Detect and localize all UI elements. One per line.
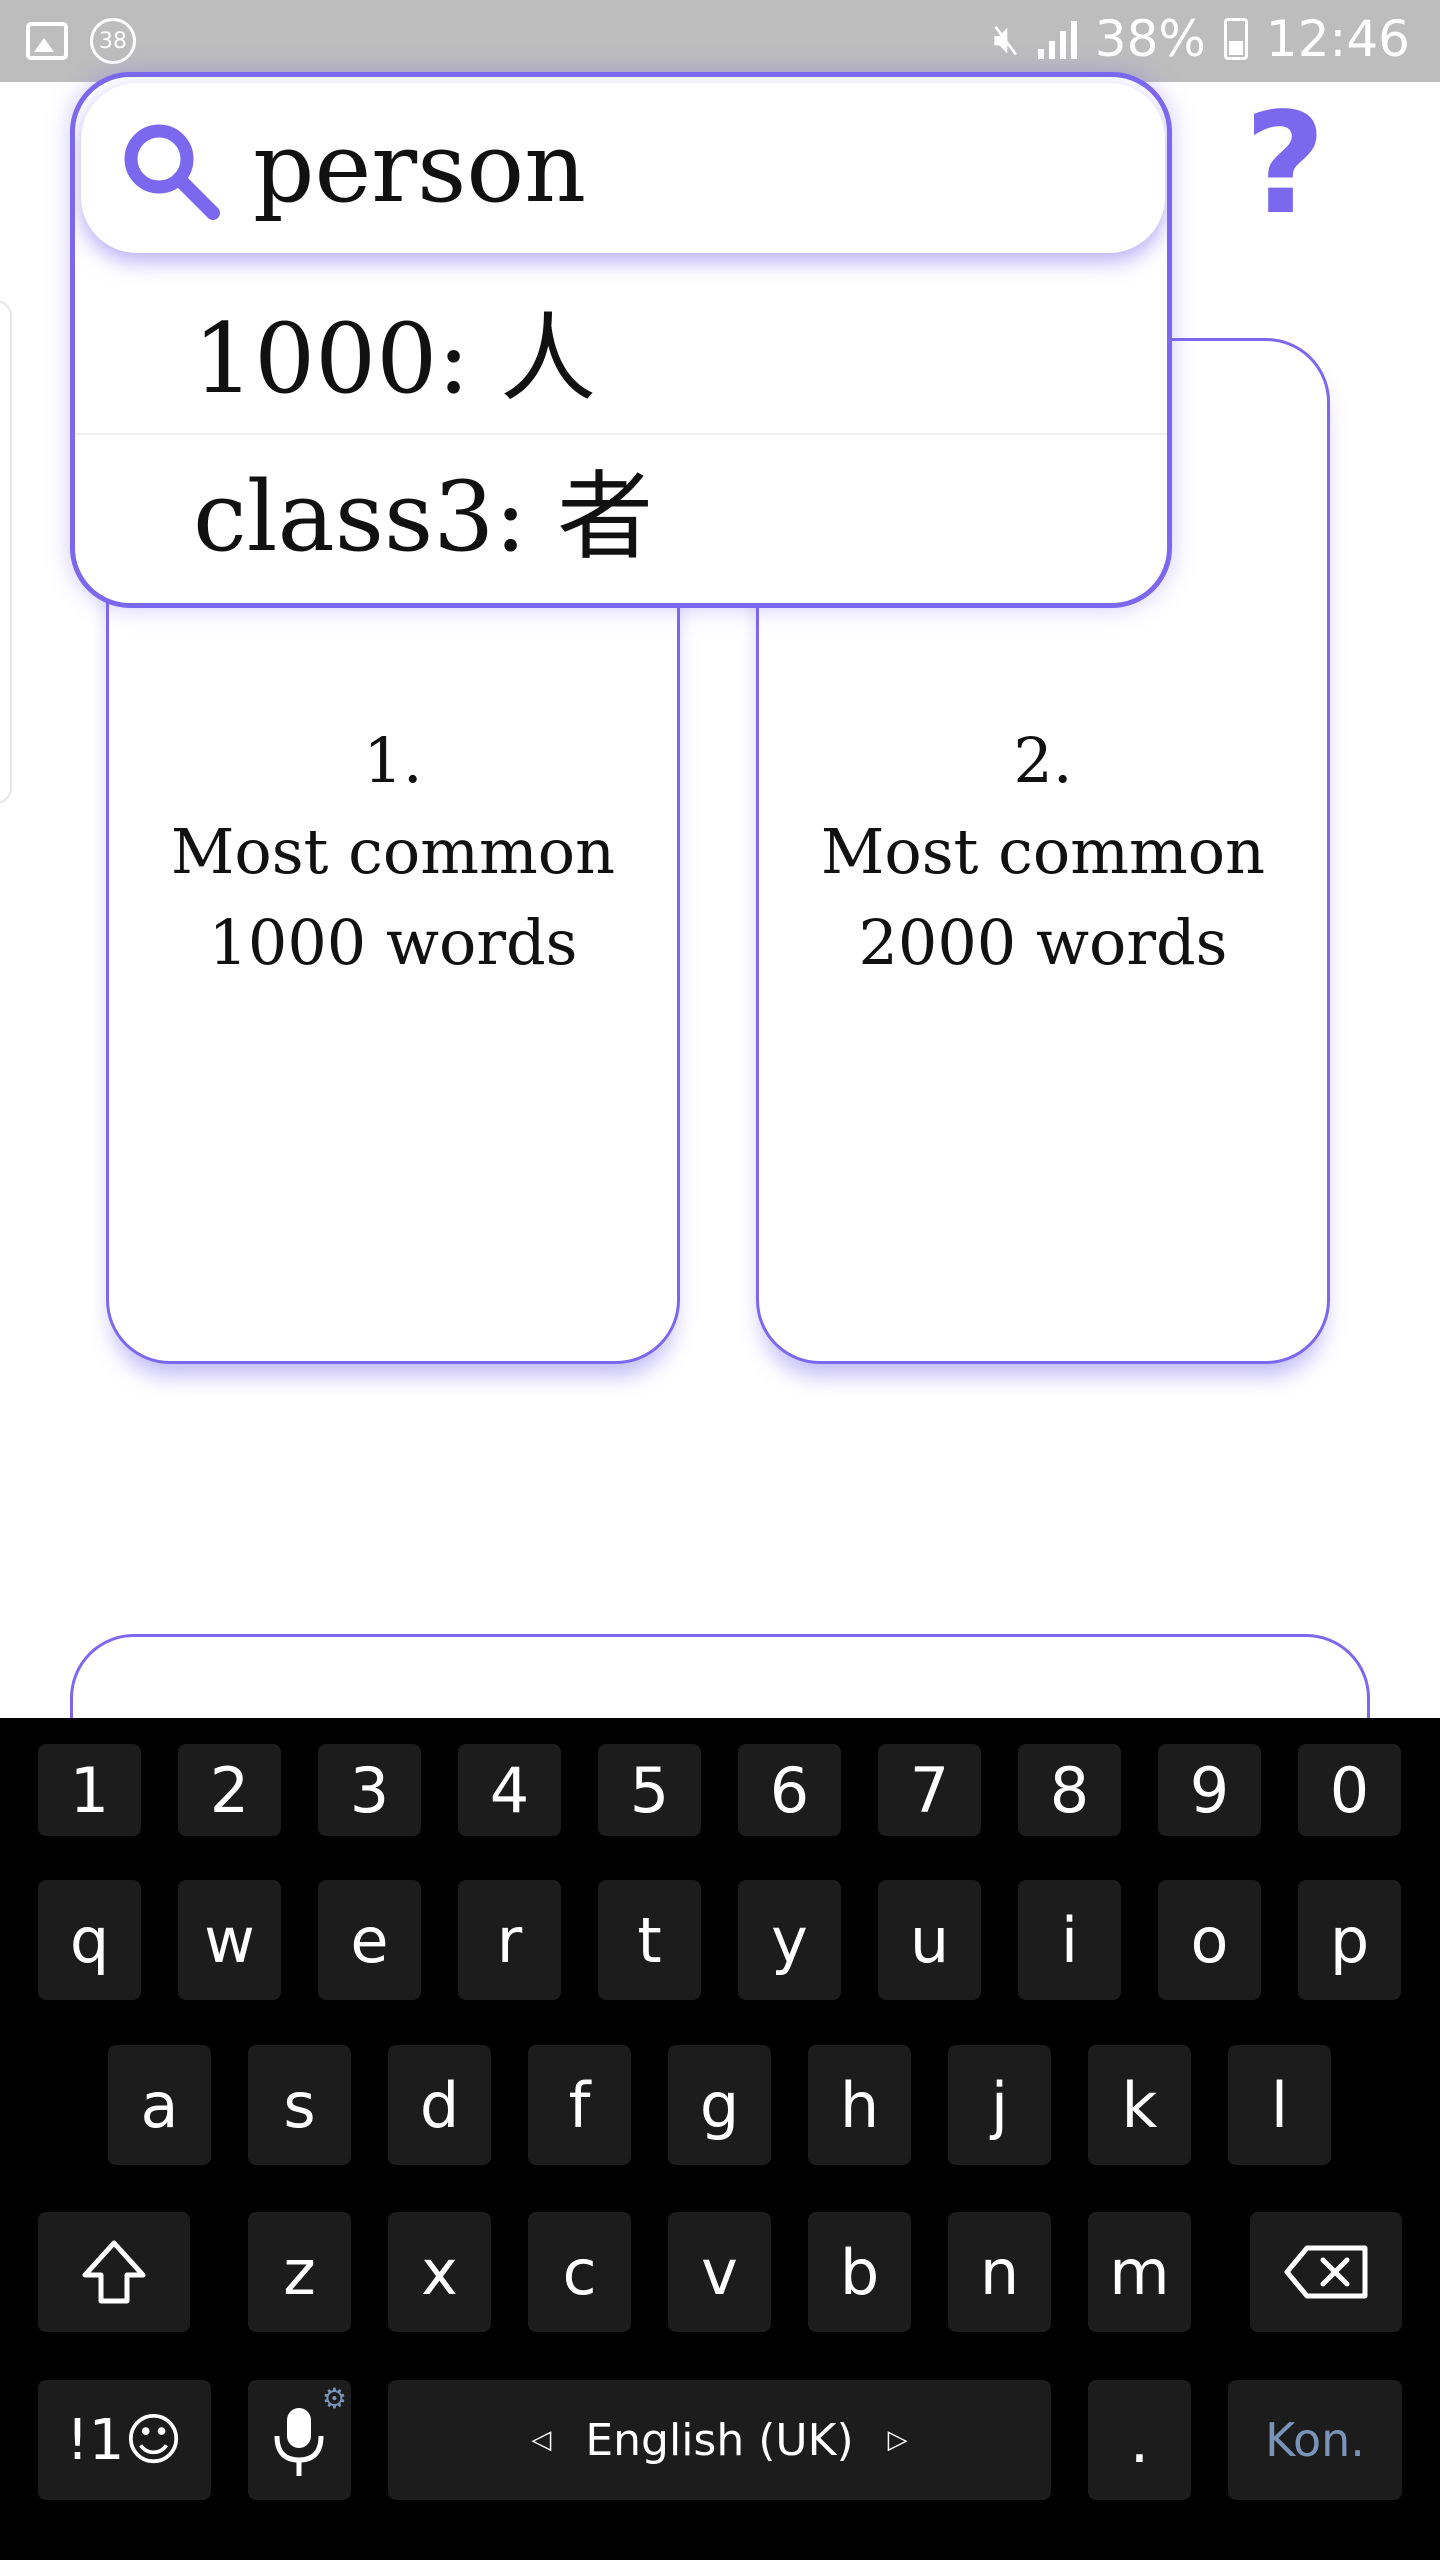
key-a[interactable]: a [108,2045,211,2165]
key-w[interactable]: w [178,1880,281,2000]
battery-icon [1223,18,1248,60]
battery-percent: 38% [1094,10,1206,68]
card-number: 1. [363,723,423,797]
key-g[interactable]: g [668,2045,771,2165]
key-c[interactable]: c [528,2212,631,2332]
key-u[interactable]: u [878,1880,981,2000]
key-e[interactable]: e [318,1880,421,2000]
key-b[interactable]: b [808,2212,911,2332]
card-count: 2000 words [858,905,1228,979]
key-t[interactable]: t [598,1880,701,2000]
help-button[interactable]: ? [1240,95,1330,235]
key-q[interactable]: q [38,1880,141,2000]
key-n[interactable]: n [948,2212,1051,2332]
key-k[interactable]: k [1088,2045,1191,2165]
key-4[interactable]: 4 [458,1744,561,1836]
search-result-item[interactable]: 1000: 人 [75,277,1167,441]
arrow-left-icon: ◁ [531,2425,552,2455]
key-8[interactable]: 8 [1018,1744,1121,1836]
arrow-right-icon: ▷ [887,2425,908,2455]
mute-icon: 🔇︎ [993,14,1020,63]
key-z[interactable]: z [248,2212,351,2332]
clock: 12:46 [1265,10,1410,68]
image-icon [26,22,68,60]
key-s[interactable]: s [248,2045,351,2165]
key-period[interactable]: . [1088,2380,1191,2500]
key-7[interactable]: 7 [878,1744,981,1836]
key-m[interactable]: m [1088,2212,1191,2332]
symbols-emoji-key[interactable]: !1☺ [38,2380,211,2500]
key-r[interactable]: r [458,1880,561,2000]
search-result-item[interactable]: class3: 者 [75,433,1167,597]
signal-icon [1037,19,1077,59]
card-title: Most common [170,814,616,888]
search-panel: 1000: 人 class3: 者 [70,72,1172,608]
search-box[interactable] [81,83,1165,253]
voice-input-key[interactable]: ⚙ [248,2380,351,2500]
key-d[interactable]: d [388,2045,491,2165]
key-3[interactable]: 3 [318,1744,421,1836]
notification-count-icon: 38 [90,18,136,64]
key-5[interactable]: 5 [598,1744,701,1836]
key-o[interactable]: o [1158,1880,1261,2000]
key-i[interactable]: i [1018,1880,1121,2000]
key-x[interactable]: x [388,2212,491,2332]
space-key[interactable]: ◁ English (UK) ▷ [388,2380,1051,2500]
status-bar: 38 🔇︎ 38% 12:46 [0,0,1440,82]
key-h[interactable]: h [808,2045,911,2165]
shift-key[interactable] [38,2212,190,2332]
key-f[interactable]: f [528,2045,631,2165]
search-input[interactable] [253,103,1133,233]
backspace-icon [1284,2245,1368,2299]
card-count: 1000 words [208,905,578,979]
key-1[interactable]: 1 [38,1744,141,1836]
shift-icon [82,2240,146,2304]
key-v[interactable]: v [668,2212,771,2332]
key-0[interactable]: 0 [1298,1744,1401,1836]
key-y[interactable]: y [738,1880,841,2000]
key-j[interactable]: j [948,2045,1051,2165]
key-l[interactable]: l [1228,2045,1331,2165]
settings-gear-icon: ⚙ [321,2382,347,2415]
card-number: 2. [1013,723,1073,797]
key-6[interactable]: 6 [738,1744,841,1836]
key-9[interactable]: 9 [1158,1744,1261,1836]
help-icon: ? [1244,83,1326,246]
action-key[interactable]: Kon. [1228,2380,1402,2500]
key-p[interactable]: p [1298,1880,1401,2000]
side-drawer-handle[interactable] [0,300,12,804]
on-screen-keyboard: 1 2 3 4 5 6 7 8 9 0 q w e r t y u i o p … [0,1718,1440,2560]
search-icon [124,124,220,220]
key-2[interactable]: 2 [178,1744,281,1836]
backspace-key[interactable] [1250,2212,1402,2332]
card-title: Most common [820,814,1266,888]
space-language-label: English (UK) [585,2414,854,2466]
